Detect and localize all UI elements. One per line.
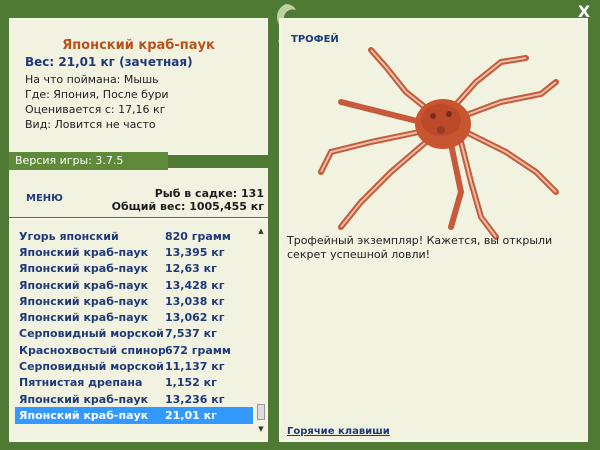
fish-weight-value: 13,062 кг [165,311,225,325]
value-info: Оценивается с: 17,16 кг [25,103,166,116]
kind-info: Вид: Ловится не часто [25,118,156,131]
fish-weight-value: 21,01 кг [165,408,217,422]
trophy-panel: ТРОФЕЙ Трофейный экземпляр! Кажется, вы … [279,18,588,442]
fish-weight-value: 1,152 кг [165,376,217,390]
fish-count: Рыб в садке: 131 [154,187,264,200]
bait-info: На что поймана: Мышь [25,73,159,86]
fish-weight: Вес: 21,01 кг (зачетная) [25,55,193,69]
game-version: Версия игры: 3.7.5 [9,152,168,170]
total-weight: Общий вес: 1005,455 кг [111,200,264,213]
fish-weight-value: 13,428 кг [165,278,225,292]
menu-button[interactable]: МЕНЮ [26,193,63,204]
list-scrollbar[interactable]: ▲ ▼ [256,226,266,434]
fish-weight-value: 12,63 кг [165,262,217,276]
catch-info-panel: Японский краб-паук Вес: 21,01 кг (зачетн… [9,18,268,155]
fish-list: Угорь японский 820 грамм Японский краб-пау… [15,228,253,424]
hotkeys-link[interactable]: Горячие клавиши [287,426,390,437]
fish-name: Японский краб-паук [19,311,149,325]
fish-weight-value: 11,137 кг [165,360,225,374]
list-item[interactable]: Японский краб-паук 21,01 кг [15,407,253,424]
fish-name: Японский краб-паук [19,392,149,406]
fish-title: Японский краб-паук [62,38,215,53]
fish-name: Угорь японский [19,229,119,243]
list-item[interactable]: Пятнистая дрепана 1,152 кг [15,375,253,391]
fish-name: Серповидный морской ... [19,360,165,374]
fish-name: Японский краб-паук [19,294,149,308]
scroll-thumb[interactable] [257,404,265,420]
fish-name: Японский краб-паук [19,408,149,422]
list-item[interactable]: Японский краб-паук 13,062 кг [15,309,253,325]
fish-weight-value: 7,537 кг [165,327,217,341]
list-item[interactable]: Японский краб-паук 13,428 кг [15,277,253,293]
list-item[interactable]: Краснохвостый спинор... 672 грамм [15,342,253,358]
fish-weight-value: 820 грамм [165,229,231,243]
list-item[interactable]: Серповидный морской ... 11,137 кг [15,358,253,374]
list-item[interactable]: Японский краб-паук 13,395 кг [15,244,253,260]
trophy-message: Трофейный экземпляр! Кажется, вы открыли… [287,234,553,261]
fish-weight-value: 13,038 кг [165,294,225,308]
fish-name: Серповидный морской ... [19,327,165,341]
list-item[interactable]: Японский краб-паук 13,236 кг [15,391,253,407]
fish-list-panel: Угорь японский 820 грамм Японский краб-пау… [9,218,268,442]
fish-weight-value: 672 грамм [165,343,231,357]
place-info: Где: Япония, После бури [25,88,169,101]
fish-name: Японский краб-паук [19,278,149,292]
list-item[interactable]: Угорь японский 820 грамм [15,228,253,244]
list-item[interactable]: Японский краб-паук 12,63 кг [15,261,253,277]
list-item[interactable]: Японский краб-паук 13,038 кг [15,293,253,309]
fish-name: Пятнистая дрепана [19,376,143,390]
fish-name: Краснохвостый спинор... [19,343,165,357]
scroll-up-icon[interactable]: ▲ [256,226,266,236]
crab-image [318,47,559,240]
fish-weight-value: 13,236 кг [165,392,225,406]
list-item[interactable]: Серповидный морской ... 7,537 кг [15,326,253,342]
fish-weight-value: 13,395 кг [165,245,225,259]
fish-name: Японский краб-паук [19,262,149,276]
menu-stats-area: МЕНЮ Рыб в садке: 131 Общий вес: 1005,45… [9,168,268,217]
scroll-down-icon[interactable]: ▼ [256,424,266,434]
fish-name: Японский краб-паук [19,245,149,259]
app-window: X Японский краб-паук Вес: 21,01 кг (заче… [0,0,600,450]
